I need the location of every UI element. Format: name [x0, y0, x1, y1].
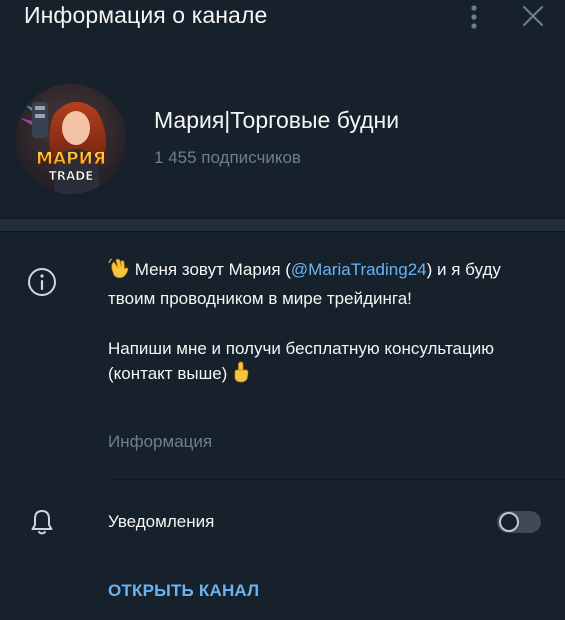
- section-separator: [0, 218, 565, 232]
- mention-link[interactable]: @MariaTrading24: [291, 260, 427, 279]
- description-cta-text: Напиши мне и получи бесплатную консульта…: [108, 339, 494, 383]
- description-paragraph-1: Меня зовут Мария (@MariaTrading24) и я б…: [108, 257, 548, 311]
- waving-hand-emoji: [108, 257, 130, 286]
- kebab-menu-icon[interactable]: [466, 4, 482, 30]
- panel-header: Информация о канале: [0, 0, 565, 40]
- notifications-label: Уведомления: [108, 512, 215, 531]
- close-icon[interactable]: [521, 4, 545, 28]
- notifications-toggle[interactable]: [497, 511, 541, 533]
- avatar-subtitle-text: TRADE: [49, 169, 94, 183]
- description-text-start: Меня зовут Мария (: [130, 260, 291, 279]
- pointing-up-emoji: [232, 361, 250, 390]
- open-channel-button[interactable]: ОТКРЫТЬ КАНАЛ: [108, 581, 259, 601]
- toggle-knob: [499, 512, 519, 532]
- channel-name: Мария|Торговые будни: [154, 107, 400, 133]
- channel-description: Меня зовут Мария (@MariaTrading24) и я б…: [108, 257, 548, 390]
- row-divider: [108, 479, 565, 480]
- channel-profile: МАРИЯ TRADE Мария|Торговые будни 1 455 п…: [0, 80, 565, 200]
- panel-title: Информация о канале: [24, 2, 268, 28]
- info-caption: Информация: [108, 432, 213, 451]
- description-paragraph-2: Напиши мне и получи бесплатную консульта…: [108, 336, 548, 390]
- info-icon: [26, 266, 58, 298]
- avatar-title-text: МАРИЯ: [36, 149, 106, 169]
- bell-icon: [30, 508, 54, 536]
- channel-avatar[interactable]: МАРИЯ TRADE: [16, 84, 126, 194]
- subscriber-count: 1 455 подписчиков: [154, 148, 301, 167]
